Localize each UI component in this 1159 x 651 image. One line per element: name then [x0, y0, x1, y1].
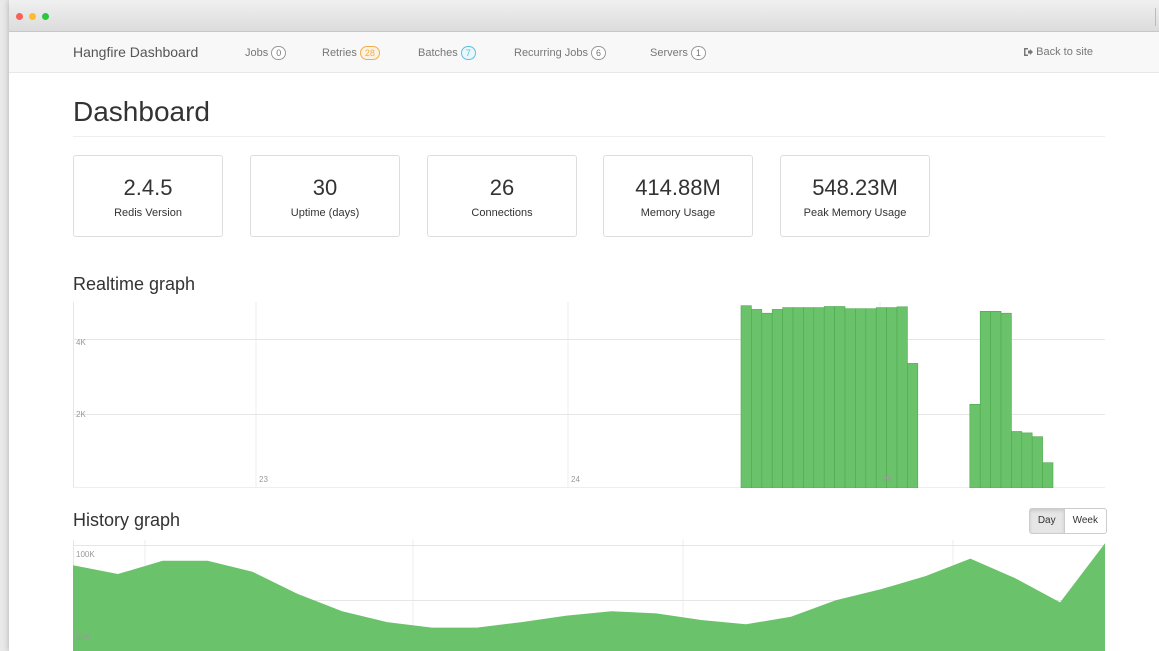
realtime-x-tick-24: 24 — [571, 475, 580, 484]
nav-servers-label: Servers — [650, 47, 688, 59]
realtime-y-tick-2k: 2K — [76, 410, 86, 419]
realtime-bar — [761, 312, 773, 488]
metric-uptime: 30 Uptime (days) — [250, 155, 400, 237]
servers-count-badge: 1 — [690, 46, 706, 60]
brand-link[interactable]: Hangfire Dashboard — [73, 44, 198, 60]
metric-peak-memory-usage: 548.23M Peak Memory Usage — [780, 155, 930, 237]
top-navbar: Hangfire Dashboard Jobs 0 Retries 28 Batch… — [9, 32, 1159, 73]
realtime-bar — [979, 311, 991, 488]
realtime-bar — [1000, 312, 1012, 488]
window-titlebar — [9, 0, 1159, 32]
realtime-bar — [969, 404, 981, 488]
metric-value: 414.88M — [635, 175, 721, 200]
window-edge — [1155, 8, 1159, 26]
day-button[interactable]: Day — [1028, 508, 1065, 534]
history-range-toggle: Day Week — [1028, 508, 1107, 534]
history-y-tick-100k: 100K — [76, 550, 95, 559]
history-graph: 100K 50K — [73, 540, 1105, 651]
maximize-window-icon[interactable] — [42, 13, 49, 20]
realtime-bar — [813, 307, 825, 488]
browser-window: Hangfire Dashboard Jobs 0 Retries 28 Batch… — [9, 0, 1159, 651]
realtime-x-tick-23: 23 — [259, 475, 268, 484]
nav-servers[interactable]: Servers 1 — [650, 46, 706, 60]
jobs-count-badge: 0 — [271, 46, 287, 60]
history-graph-svg: 100K 50K — [73, 540, 1105, 651]
realtime-bar — [896, 306, 908, 488]
realtime-bar — [834, 306, 846, 488]
realtime-bar — [990, 311, 1002, 488]
close-window-icon[interactable] — [16, 13, 23, 20]
metric-label: Peak Memory Usage — [803, 207, 907, 219]
realtime-bar — [855, 308, 867, 488]
nav-recurring-jobs-label: Recurring Jobs — [514, 47, 588, 59]
metric-value: 548.23M — [812, 175, 898, 200]
metric-label: Connections — [471, 207, 533, 219]
realtime-bar — [1011, 431, 1023, 488]
realtime-graph-title: Realtime graph — [73, 274, 196, 294]
realtime-bar — [907, 363, 919, 488]
metric-value: 2.4.5 — [123, 175, 173, 200]
realtime-x-tick-25: 25 — [883, 475, 892, 484]
realtime-bar — [751, 309, 763, 488]
page-title: Dashboard — [73, 96, 210, 127]
history-y-tick-50k: 50K — [76, 633, 91, 642]
metric-memory-usage: 414.88M Memory Usage — [603, 155, 753, 237]
nav-jobs-label: Jobs — [245, 47, 269, 59]
title-divider — [73, 136, 1105, 137]
week-button[interactable]: Week — [1064, 508, 1107, 534]
realtime-bar — [844, 308, 856, 488]
realtime-bar — [1021, 432, 1033, 488]
nav-retries[interactable]: Retries 28 — [322, 46, 380, 60]
realtime-bar — [865, 308, 877, 488]
realtime-graph: 4K 2K 23 24 25 — [73, 302, 1105, 488]
metric-value: 30 — [312, 175, 338, 200]
realtime-bar — [782, 307, 794, 488]
nav-jobs[interactable]: Jobs 0 — [245, 46, 287, 60]
realtime-bar — [886, 307, 898, 488]
realtime-bar — [875, 307, 887, 488]
minimize-window-icon[interactable] — [29, 13, 36, 20]
nav-recurring-jobs[interactable]: Recurring Jobs 6 — [514, 46, 606, 60]
realtime-graph-svg: 4K 2K 23 24 25 — [73, 302, 1105, 488]
back-to-site-label: Back to site — [1036, 46, 1093, 58]
nav-batches[interactable]: Batches 7 — [418, 46, 476, 60]
metric-connections: 26 Connections — [427, 155, 577, 237]
metric-label: Uptime (days) — [290, 207, 360, 219]
sign-out-icon — [1024, 48, 1034, 56]
recurring-jobs-count-badge: 6 — [590, 46, 606, 60]
realtime-bar — [823, 306, 835, 488]
realtime-bar — [740, 305, 752, 488]
back-to-site-link[interactable]: Back to site — [1023, 46, 1093, 58]
realtime-y-tick-4k: 4K — [76, 338, 86, 347]
nav-batches-label: Batches — [418, 47, 458, 59]
realtime-bar — [771, 309, 783, 488]
history-graph-title: History graph — [73, 510, 181, 530]
metric-label: Redis Version — [114, 207, 182, 219]
retries-count-badge: 28 — [359, 46, 380, 60]
history-area — [73, 543, 1105, 651]
realtime-bar — [803, 307, 815, 488]
realtime-bar — [1042, 462, 1054, 488]
metric-label: Memory Usage — [640, 207, 716, 219]
nav-retries-label: Retries — [322, 47, 357, 59]
metric-value: 26 — [489, 175, 515, 200]
realtime-bar — [1031, 436, 1043, 488]
realtime-bar — [792, 307, 804, 488]
metric-redis-version: 2.4.5 Redis Version — [73, 155, 223, 237]
batches-count-badge: 7 — [460, 46, 476, 60]
